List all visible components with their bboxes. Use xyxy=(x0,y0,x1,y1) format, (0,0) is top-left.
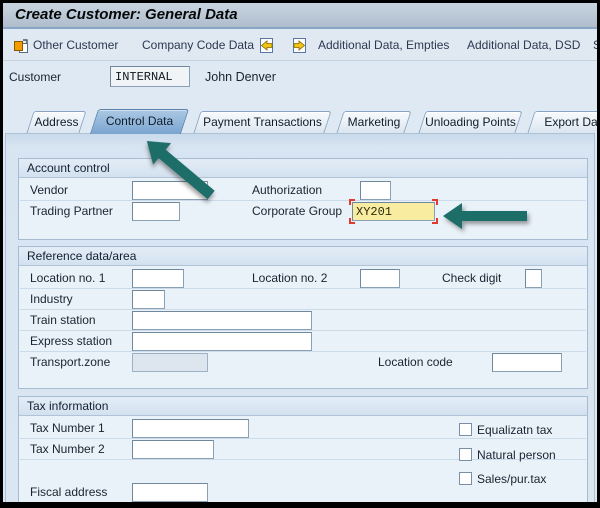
location-code-label: Location code xyxy=(378,352,453,373)
tax-information-header: Tax information xyxy=(19,397,587,416)
fiscal-address-input[interactable] xyxy=(132,483,208,502)
vendor-label: Vendor xyxy=(30,180,68,201)
transport-zone-label: Transport.zone xyxy=(30,352,110,373)
location-code-input[interactable] xyxy=(492,353,562,372)
tab-strip: Address Control Data Payment Transaction… xyxy=(5,109,595,133)
corporate-group-focus-frame xyxy=(349,199,438,224)
additional-data-dsd-button[interactable]: Additional Data, DSD xyxy=(467,31,580,60)
authorization-label: Authorization xyxy=(252,180,322,201)
company-code-data-button[interactable]: Company Code Data xyxy=(142,31,254,60)
train-station-input[interactable] xyxy=(132,311,312,330)
clipped-toolbar-label: S xyxy=(593,31,597,60)
reference-data-group: Reference data/area Location no. 1 Locat… xyxy=(18,246,588,389)
other-customer-label: Other Customer xyxy=(33,31,118,60)
industry-label: Industry xyxy=(30,289,73,310)
tax-number1-input[interactable] xyxy=(132,419,249,438)
additional-data-dsd-label: Additional Data, DSD xyxy=(467,31,580,60)
location1-label: Location no. 1 xyxy=(30,268,105,289)
tax-information-group: Tax information Tax Number 1 Tax Number … xyxy=(18,396,588,502)
tax-number2-label: Tax Number 2 xyxy=(30,439,105,460)
additional-data-empties-button[interactable]: Additional Data, Empties xyxy=(318,31,449,60)
additional-data-empties-label: Additional Data, Empties xyxy=(318,31,449,60)
express-station-label: Express station xyxy=(30,331,112,352)
check-digit-label: Check digit xyxy=(442,268,501,289)
focus-corner xyxy=(349,218,355,224)
page-title: Create Customer: General Data xyxy=(15,6,238,23)
equalizatn-tax-checkbox[interactable] xyxy=(459,423,472,436)
equalizatn-tax-label: Equalizatn tax xyxy=(477,423,552,437)
trading-partner-label: Trading Partner xyxy=(30,201,113,222)
industry-input[interactable] xyxy=(132,290,165,309)
customer-field-label: Customer xyxy=(9,70,61,84)
location2-label: Location no. 2 xyxy=(252,268,327,289)
previous-screen-button[interactable] xyxy=(258,31,275,60)
other-customer-button[interactable]: Other Customer xyxy=(13,31,118,60)
natural-person-checkbox[interactable] xyxy=(459,448,472,461)
express-station-input[interactable] xyxy=(132,332,312,351)
reference-data-header: Reference data/area xyxy=(19,247,587,266)
natural-person-label: Natural person xyxy=(477,448,556,462)
authorization-input[interactable] xyxy=(360,181,391,200)
customer-name-text: John Denver xyxy=(205,70,276,84)
tab-unloading-points[interactable]: Unloading Points xyxy=(417,111,524,133)
check-digit-input[interactable] xyxy=(525,269,542,288)
account-control-header: Account control xyxy=(19,159,587,178)
tab-marketing[interactable]: Marketing xyxy=(335,111,413,133)
clipped-toolbar-button[interactable]: S xyxy=(593,31,597,60)
application-toolbar: Other Customer Company Code Data xyxy=(3,31,597,61)
previous-screen-icon xyxy=(258,37,275,54)
tax-number1-label: Tax Number 1 xyxy=(30,418,105,439)
sales-pur-tax-checkbox[interactable] xyxy=(459,472,472,485)
tab-control-data[interactable]: Control Data xyxy=(89,109,190,134)
title-bar: Create Customer: General Data xyxy=(3,3,597,29)
train-station-label: Train station xyxy=(30,310,96,331)
location1-input[interactable] xyxy=(132,269,184,288)
focus-corner xyxy=(432,199,438,205)
corporate-group-input[interactable] xyxy=(352,202,435,221)
focus-corner xyxy=(349,199,355,205)
company-code-data-label: Company Code Data xyxy=(142,31,254,60)
corporate-group-label: Corporate Group xyxy=(252,201,342,222)
location2-input[interactable] xyxy=(360,269,400,288)
sales-pur-tax-label: Sales/pur.tax xyxy=(477,472,546,486)
focus-corner xyxy=(432,218,438,224)
tab-payment-transactions[interactable]: Payment Transactions xyxy=(192,111,333,133)
next-screen-button[interactable] xyxy=(291,31,308,60)
tab-address[interactable]: Address xyxy=(25,111,88,133)
customer-input[interactable] xyxy=(110,66,190,87)
app-window: Create Customer: General Data Other Cust… xyxy=(0,0,600,508)
fiscal-address-label: Fiscal address xyxy=(30,482,107,502)
account-control-group: Account control Vendor Authorization Tra… xyxy=(18,158,588,240)
trading-partner-input[interactable] xyxy=(132,202,180,221)
tax-number2-input[interactable] xyxy=(132,440,214,459)
sap-screen: Create Customer: General Data Other Cust… xyxy=(3,3,597,502)
next-screen-icon xyxy=(291,37,308,54)
other-customer-icon xyxy=(13,38,29,54)
tab-export-data[interactable]: Export Data xyxy=(526,111,597,133)
vendor-input[interactable] xyxy=(132,181,208,200)
transport-zone-input[interactable] xyxy=(132,353,208,372)
